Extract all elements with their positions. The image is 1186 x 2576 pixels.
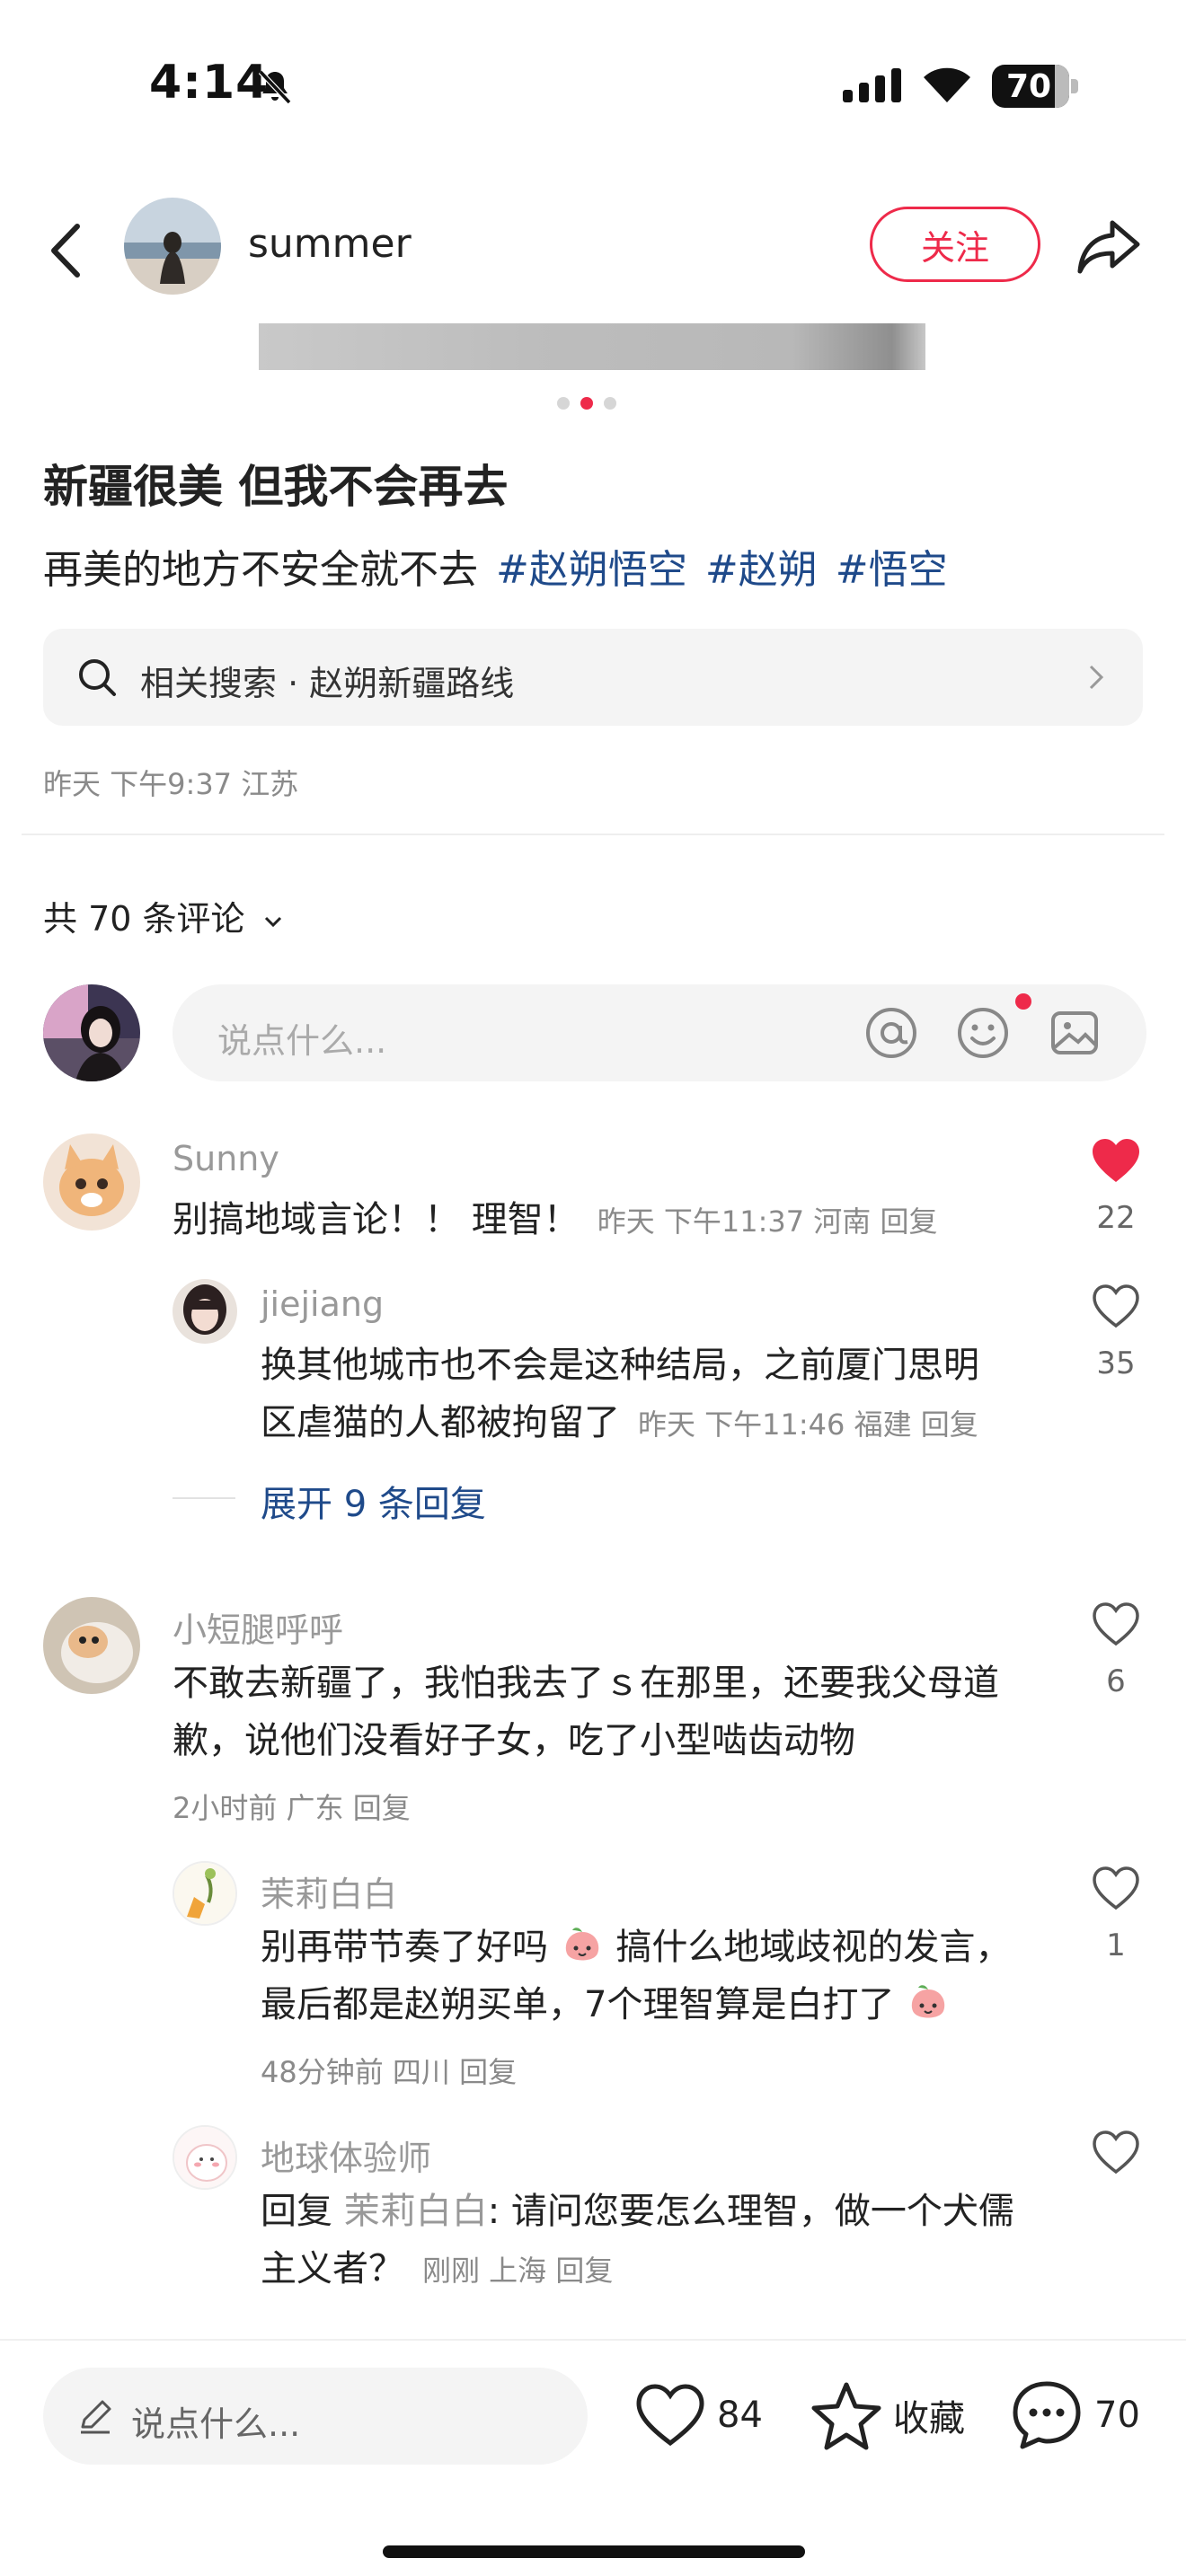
commenter-name[interactable]: jiejiang bbox=[261, 1284, 384, 1324]
comment-text: 最后都是赵朔买单，7个理智算是白打了 bbox=[261, 1976, 951, 2033]
bell-muted-icon bbox=[258, 69, 292, 105]
search-icon bbox=[79, 659, 116, 696]
post-title: 新疆很美 但我不会再去 bbox=[43, 461, 509, 513]
commenter-avatar[interactable] bbox=[173, 2125, 237, 2190]
comment-input-placeholder: 说点什么... bbox=[217, 1021, 387, 1061]
comment-text: 主义者？ 刚刚 上海 回复 bbox=[261, 2240, 613, 2299]
pencil-icon bbox=[81, 2400, 111, 2434]
heart-outline-icon bbox=[636, 2384, 704, 2447]
comment-body: : 请问您要怎么理智，做一个犬儒 bbox=[487, 2191, 1014, 2232]
bottom-comment-input[interactable]: 说点什么... bbox=[43, 2368, 588, 2465]
commenter-name[interactable]: 小短腿呼呼 bbox=[173, 1602, 343, 1652]
comment-body: 别再带节奏了好吗 bbox=[261, 1927, 548, 1968]
chevron-down-icon bbox=[264, 916, 281, 927]
back-arrow-icon[interactable] bbox=[43, 219, 97, 282]
comment-text: 别再带节奏了好吗 搞什么地域歧视的发言， bbox=[261, 1919, 1011, 1976]
comment-text-line: 不敢去新疆了，我怕我去了ｓ在那里，还要我父母道 bbox=[173, 1663, 999, 1704]
like-count: 6 bbox=[1106, 1663, 1126, 1699]
comment-body: 最后都是赵朔买单，7个理智算是白打了 bbox=[261, 1984, 895, 2025]
comment-input[interactable]: 说点什么... bbox=[173, 984, 1146, 1081]
peach-emoji-icon bbox=[565, 1928, 598, 1961]
hashtag-link[interactable]: #赵朔悟空 bbox=[496, 547, 687, 593]
notification-dot bbox=[1015, 993, 1031, 1010]
peach-emoji-icon bbox=[911, 1985, 945, 2018]
post-meta: 昨天 下午9:37 江苏 bbox=[43, 767, 299, 801]
collect-label: 收藏 bbox=[893, 2398, 965, 2439]
comment-text: 回复 茉莉白白: 请问您要怎么理智，做一个犬儒 bbox=[261, 2183, 1014, 2240]
comment-count-label: 共 70 条评论 bbox=[43, 899, 245, 939]
comment-text-line: 歉，说他们没看好子女，吃了小型啮齿动物 bbox=[173, 1720, 855, 1761]
like-count: 1 bbox=[1106, 1928, 1126, 1963]
comment-body: 别搞地域言论！！ 理智！ bbox=[173, 1199, 580, 1240]
heart-outline-icon[interactable] bbox=[1091, 1283, 1141, 1329]
comment-body: 搞什么地域歧视的发言， bbox=[615, 1927, 1012, 1968]
image-pager-dots bbox=[555, 395, 620, 410]
comment-meta[interactable]: 2小时前 广东 回复 bbox=[173, 1786, 411, 1827]
battery-indicator: 70 bbox=[992, 65, 1078, 108]
chevron-right-icon bbox=[1089, 665, 1104, 690]
commenter-avatar[interactable] bbox=[43, 1597, 140, 1694]
like-count: 35 bbox=[1096, 1345, 1136, 1381]
commenter-avatar[interactable] bbox=[173, 1861, 237, 1926]
comment-text-line: 换其他城市也不会是这种结局，之前厦门思明 bbox=[261, 1345, 979, 1386]
post-header: summer 关注 bbox=[0, 180, 1186, 314]
heart-outline-icon[interactable] bbox=[1091, 2129, 1141, 2175]
bottom-action-bar: 说点什么... 84 收藏 70 bbox=[0, 2339, 1186, 2576]
expand-replies-link[interactable]: 展开 9 条回复 bbox=[261, 1475, 486, 1527]
status-bar: 4:14 70 bbox=[0, 0, 1186, 171]
heart-filled-icon[interactable] bbox=[1091, 1137, 1141, 1184]
comment-bubble-icon bbox=[1013, 2381, 1081, 2449]
comment-meta[interactable]: 昨天 下午11:46 福建 回复 bbox=[638, 1407, 978, 1442]
related-search-text: 相关搜索 · 赵朔新疆路线 bbox=[140, 664, 515, 703]
comment-text: 别搞地域言论！！ 理智！ 昨天 下午11:37 河南 回复 bbox=[173, 1191, 937, 1250]
divider bbox=[22, 834, 1164, 835]
image-picker-icon[interactable] bbox=[1048, 1006, 1102, 1060]
star-outline-icon bbox=[811, 2382, 881, 2450]
expand-divider bbox=[173, 1497, 235, 1499]
battery-percent: 70 bbox=[1005, 68, 1052, 105]
heart-outline-icon[interactable] bbox=[1091, 1601, 1141, 1647]
commenter-avatar[interactable] bbox=[43, 1134, 140, 1231]
reply-prefix: 回复 bbox=[261, 2191, 344, 2232]
at-mention-icon[interactable] bbox=[864, 1006, 918, 1060]
post-like-count: 84 bbox=[717, 2395, 763, 2436]
author-name[interactable]: summer bbox=[248, 221, 412, 267]
status-time: 4:14 bbox=[149, 56, 270, 110]
comment-text: 区虐猫的人都被拘留了 昨天 下午11:46 福建 回复 bbox=[261, 1394, 978, 1453]
post-image[interactable] bbox=[259, 323, 925, 370]
cellular-signal-icon bbox=[843, 68, 901, 102]
reply-to-name[interactable]: 茉莉白白 bbox=[344, 2191, 488, 2232]
post-comment-count: 70 bbox=[1094, 2395, 1140, 2436]
post-description: 再美的地方不安全就不去 #赵朔悟空 #赵朔 #悟空 bbox=[43, 537, 948, 595]
commenter-avatar[interactable] bbox=[173, 1279, 237, 1344]
commenter-name[interactable]: 茉莉白白 bbox=[261, 1866, 397, 1916]
emoji-icon[interactable] bbox=[956, 1006, 1010, 1060]
comment-meta[interactable]: 48分钟前 四川 回复 bbox=[261, 2050, 517, 2091]
like-count: 22 bbox=[1096, 1200, 1136, 1236]
share-icon[interactable] bbox=[1075, 212, 1143, 280]
home-indicator[interactable] bbox=[383, 2545, 805, 2558]
collect-button[interactable]: 收藏 bbox=[810, 2375, 965, 2456]
comments-button[interactable]: 70 bbox=[1010, 2375, 1140, 2456]
commenter-name[interactable]: 地球体验师 bbox=[261, 2130, 431, 2180]
hashtag-link[interactable]: #悟空 bbox=[836, 547, 948, 593]
like-button[interactable]: 84 bbox=[634, 2375, 763, 2456]
comment-count-sort[interactable]: 共 70 条评论 bbox=[43, 891, 283, 940]
comment-meta[interactable]: 刚刚 上海 回复 bbox=[422, 2254, 613, 2288]
comment-body: 区虐猫的人都被拘留了 bbox=[261, 1402, 620, 1443]
commenter-name[interactable]: Sunny bbox=[173, 1139, 279, 1178]
author-avatar[interactable] bbox=[124, 198, 221, 295]
heart-outline-icon[interactable] bbox=[1091, 1865, 1141, 1911]
comment-meta[interactable]: 昨天 下午11:37 河南 回复 bbox=[597, 1204, 938, 1239]
wifi-icon bbox=[924, 67, 970, 102]
comment-body: 主义者？ bbox=[261, 2248, 404, 2289]
post-description-text: 再美的地方不安全就不去 bbox=[43, 547, 478, 593]
related-search-bar[interactable]: 相关搜索 · 赵朔新疆路线 bbox=[43, 629, 1143, 726]
my-avatar[interactable] bbox=[43, 984, 140, 1081]
follow-button[interactable]: 关注 bbox=[870, 207, 1040, 282]
hashtag-link[interactable]: #赵朔 bbox=[705, 547, 818, 593]
bottom-input-placeholder: 说点什么... bbox=[131, 2404, 301, 2444]
